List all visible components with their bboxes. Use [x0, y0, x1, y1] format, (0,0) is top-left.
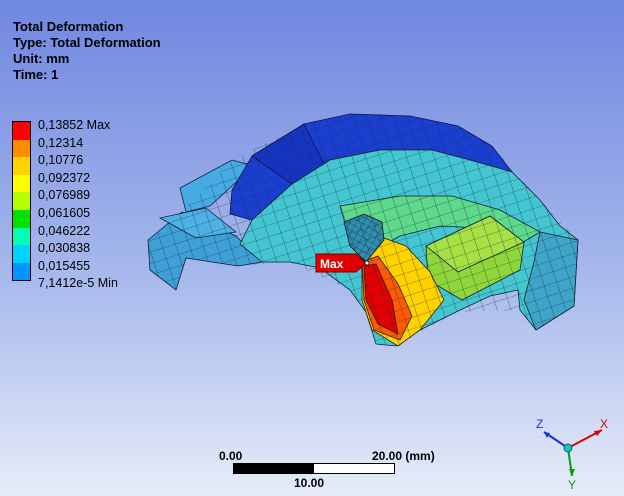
axis-triad[interactable]: X Y Z: [518, 414, 618, 494]
y-axis-label: Y: [568, 478, 576, 492]
x-axis-label: X: [600, 417, 608, 431]
deformed-mesh-part[interactable]: [147, 113, 579, 347]
scale-ruler: [233, 463, 395, 474]
triad-origin: [563, 443, 573, 453]
scale-mid-label: 10.00: [294, 476, 325, 490]
max-probe-label: Max: [320, 257, 344, 271]
scale-right-label: 20.00 (mm): [372, 449, 435, 463]
scale-bar: 0.00 20.00 (mm) 10.00: [219, 447, 459, 493]
max-probe-point: [364, 260, 370, 266]
z-axis-label: Z: [536, 417, 543, 431]
scale-left-label: 0.00: [219, 449, 243, 463]
mesh-overlay: [148, 114, 578, 346]
